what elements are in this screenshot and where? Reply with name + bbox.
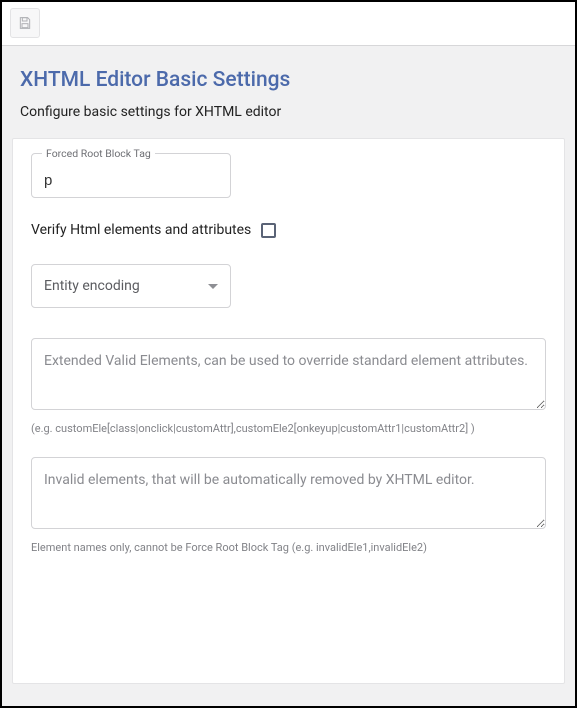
invalid-elements-textarea[interactable]	[31, 457, 546, 529]
page-title: XHTML Editor Basic Settings	[20, 68, 557, 92]
forced-root-block-field[interactable]: Forced Root Block Tag	[31, 153, 231, 198]
invalid-elements-wrap	[31, 457, 546, 533]
verify-row: Verify Html elements and attributes	[31, 222, 546, 238]
save-icon	[17, 15, 33, 31]
extended-valid-hint: (e.g. customEle[class|onclick|customAttr…	[31, 422, 546, 435]
verify-checkbox[interactable]	[261, 223, 276, 238]
save-button[interactable]	[10, 8, 40, 38]
page-subtitle: Configure basic settings for XHTML edito…	[20, 104, 557, 120]
entity-encoding-select[interactable]: Entity encoding	[31, 264, 231, 308]
extended-valid-wrap	[31, 338, 546, 414]
extended-valid-textarea[interactable]	[31, 338, 546, 410]
forced-root-block-label: Forced Root Block Tag	[42, 147, 155, 160]
chevron-down-icon	[208, 284, 218, 289]
window: XHTML Editor Basic Settings Configure ba…	[0, 0, 577, 708]
settings-card: Forced Root Block Tag Verify Html elemen…	[12, 138, 565, 684]
forced-root-block-input[interactable]	[44, 172, 218, 189]
toolbar	[2, 2, 575, 46]
entity-encoding-value: Entity encoding	[44, 278, 140, 294]
header: XHTML Editor Basic Settings Configure ba…	[2, 46, 575, 134]
verify-label: Verify Html elements and attributes	[31, 222, 251, 238]
invalid-elements-hint: Element names only, cannot be Force Root…	[31, 541, 546, 554]
